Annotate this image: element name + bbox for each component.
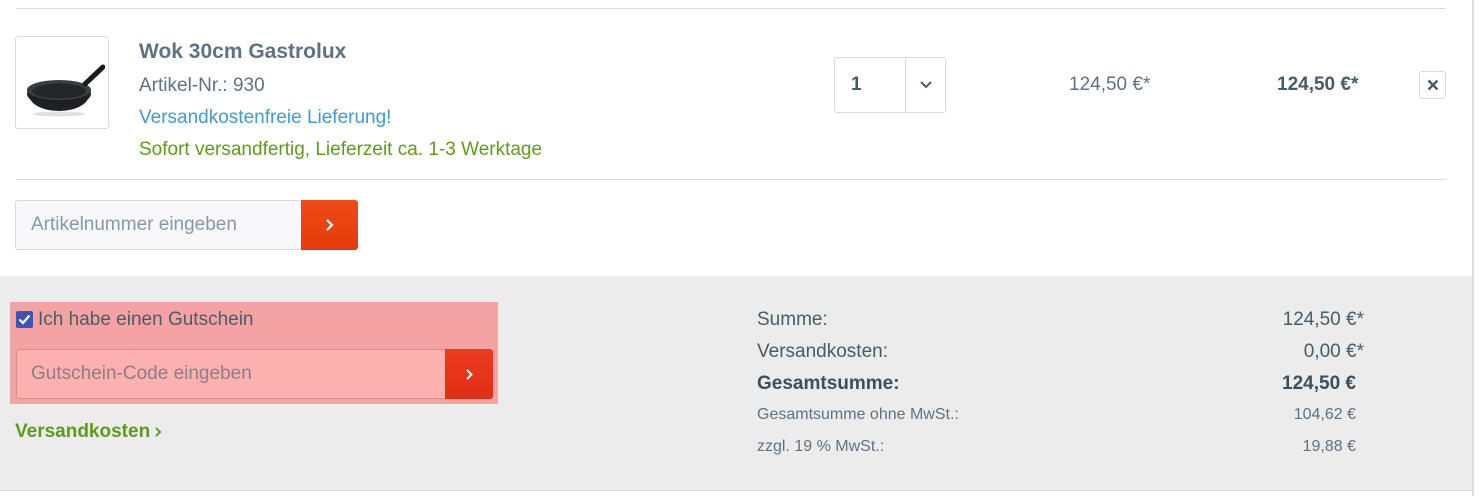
chevron-right-icon (155, 427, 162, 437)
divider-bottom (0, 490, 1472, 491)
shipping-costs-label: Versandkosten: (757, 341, 888, 362)
divider-middle (16, 179, 1446, 180)
chevron-right-icon (325, 219, 334, 231)
chevron-right-icon (465, 368, 473, 380)
checkmark-icon (18, 314, 31, 325)
free-shipping-note: Versandkostenfreie Lieferung! (139, 107, 392, 128)
net-total-value: 104,62 € (1293, 406, 1356, 423)
grand-total-value: 124,50 € (1282, 373, 1356, 394)
redeem-voucher-button[interactable] (445, 349, 493, 399)
quantity-select[interactable]: 1 (834, 57, 946, 113)
product-image[interactable] (15, 36, 109, 129)
add-article-button[interactable] (301, 200, 358, 250)
container-border (1472, 0, 1474, 496)
shipping-costs-link[interactable]: Versandkosten (15, 421, 162, 443)
wok-pan-icon (27, 64, 105, 116)
article-number: Artikel-Nr.: 930 (139, 75, 265, 96)
article-number-input[interactable]: Artikelnummer eingeben (15, 200, 303, 250)
close-icon (1427, 79, 1438, 91)
shipping-costs-value: 0,00 €* (1303, 341, 1364, 362)
article-number-placeholder: Artikelnummer eingeben (31, 214, 237, 235)
delivery-time-note: Sofort versandfertig, Lieferzeit ca. 1-3… (139, 139, 543, 160)
line-total-price: 124,50 €* (1277, 74, 1359, 95)
voucher-code-placeholder: Gutschein-Code eingeben (31, 363, 252, 384)
remove-item-button[interactable] (1419, 71, 1446, 99)
vat-label: zzgl. 19 % MwSt.: (757, 438, 885, 455)
product-name[interactable]: Wok 30cm Gastrolux (139, 40, 346, 64)
voucher-code-input[interactable]: Gutschein-Code eingeben (16, 349, 446, 399)
voucher-checkbox-label[interactable]: Ich habe einen Gutschein (38, 309, 254, 331)
quantity-value: 1 (835, 58, 906, 112)
grand-total-label: Gesamtsumme: (757, 373, 900, 394)
unit-price: 124,50 €* (1069, 74, 1151, 95)
subtotal-label: Summe: (757, 309, 828, 330)
voucher-checkbox[interactable] (16, 311, 33, 328)
chevron-down-icon[interactable] (906, 58, 945, 112)
subtotal-value: 124,50 €* (1282, 309, 1364, 330)
divider-top (16, 8, 1446, 9)
net-total-label: Gesamtsumme ohne MwSt.: (757, 406, 959, 423)
vat-value: 19,88 € (1302, 438, 1356, 455)
shipping-costs-link-label: Versandkosten (15, 421, 151, 442)
